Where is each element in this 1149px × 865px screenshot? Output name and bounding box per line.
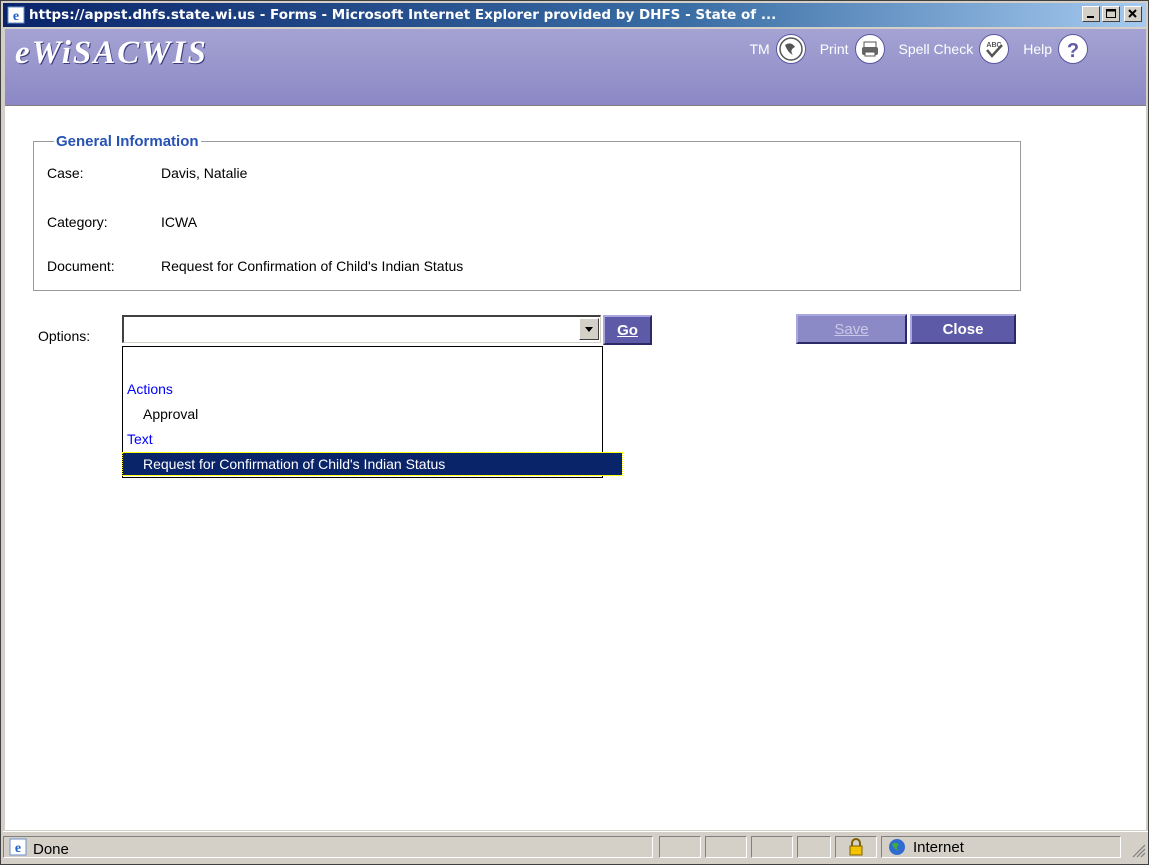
- status-panel-4: [797, 836, 831, 858]
- printer-icon: [854, 34, 885, 64]
- maximize-button[interactable]: [1102, 6, 1120, 22]
- app-header: eWiSACWIS TM Print Spell Check ABC Help …: [5, 29, 1146, 105]
- status-zone: Internet: [883, 836, 964, 858]
- tm-label: TM: [749, 41, 770, 57]
- save-button-label: Save: [834, 320, 869, 338]
- save-button[interactable]: Save: [796, 314, 907, 344]
- svg-text:?: ?: [1067, 40, 1079, 62]
- spell-check-button[interactable]: Spell Check ABC: [899, 34, 1010, 64]
- spell-check-icon: ABC: [979, 34, 1010, 64]
- status-main-panel: [3, 836, 653, 858]
- header-toolbar: TM Print Spell Check ABC Help ?: [735, 34, 1088, 64]
- general-information-legend: General Information: [56, 133, 199, 150]
- status-panel-2: [705, 836, 747, 858]
- svg-text:e: e: [13, 9, 19, 24]
- document-value: Request for Confirmation of Child's Indi…: [161, 258, 464, 274]
- dropdown-group-text: Text: [127, 431, 153, 447]
- content-area: General Information Case: Davis, Natalie…: [5, 105, 1146, 830]
- maximize-icon: [1106, 9, 1116, 18]
- status-ssl-panel: [835, 836, 877, 858]
- print-label: Print: [819, 41, 849, 57]
- category-value: ICWA: [161, 214, 198, 230]
- close-button[interactable]: Close: [910, 314, 1016, 344]
- dropdown-option-approval[interactable]: Approval: [123, 403, 622, 425]
- tm-globe-icon: [775, 34, 806, 64]
- options-select[interactable]: [122, 315, 601, 343]
- dropdown-option-request-confirmation[interactable]: Request for Confirmation of Child's Indi…: [122, 452, 623, 476]
- print-button[interactable]: Print: [820, 34, 885, 64]
- lock-icon: [849, 838, 863, 856]
- tm-button[interactable]: TM: [749, 34, 806, 64]
- internet-explorer-icon: e: [7, 6, 25, 24]
- go-button[interactable]: Go: [603, 315, 652, 345]
- help-icon: ?: [1058, 34, 1088, 64]
- close-icon: [1128, 9, 1137, 18]
- options-dropdown-list[interactable]: Actions Approval Text Request for Confir…: [122, 346, 623, 478]
- status-zone-text: Internet: [913, 838, 964, 856]
- internet-globe-icon: [889, 839, 905, 855]
- dropdown-group-actions: Actions: [127, 381, 173, 397]
- options-label: Options:: [38, 328, 91, 344]
- help-button[interactable]: Help ?: [1023, 34, 1088, 64]
- browser-window: e https://appst.dhfs.state.wi.us - Forms…: [0, 0, 1149, 865]
- status-panel-3: [751, 836, 793, 858]
- case-label: Case:: [47, 165, 84, 181]
- window-title: https://appst.dhfs.state.wi.us - Forms -…: [29, 7, 777, 23]
- app-logo: eWiSACWIS: [15, 35, 208, 71]
- go-button-label: Go: [617, 321, 638, 339]
- case-value: Davis, Natalie: [161, 165, 248, 181]
- document-label: Document:: [47, 258, 115, 274]
- status-panel-1: [659, 836, 701, 858]
- dropdown-blank-item[interactable]: [123, 354, 602, 376]
- close-button-label: Close: [942, 320, 984, 338]
- minimize-icon: [1087, 16, 1094, 18]
- help-label: Help: [1023, 41, 1052, 57]
- minimize-button[interactable]: [1082, 6, 1100, 22]
- category-label: Category:: [47, 214, 108, 230]
- close-window-button[interactable]: [1124, 6, 1142, 22]
- status-bar: e Done Internet: [3, 831, 1148, 864]
- resize-grip-icon[interactable]: [1130, 842, 1146, 862]
- chevron-down-icon: [585, 327, 593, 332]
- spell-check-label: Spell Check: [898, 41, 974, 57]
- title-bar[interactable]: e https://appst.dhfs.state.wi.us - Forms…: [3, 3, 1146, 27]
- options-dropdown-button[interactable]: [579, 318, 599, 340]
